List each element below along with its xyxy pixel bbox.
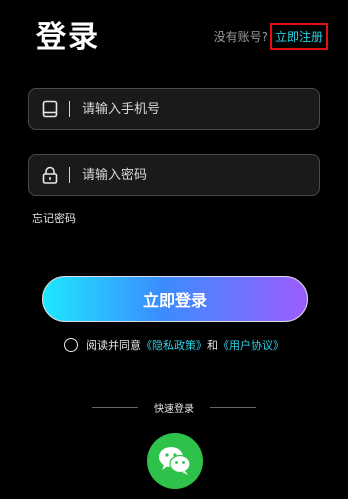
divider-right — [210, 407, 256, 408]
privacy-policy-link[interactable]: 《隐私政策》 — [141, 337, 207, 353]
login-button[interactable]: 立即登录 — [42, 276, 308, 322]
agreement-row: 阅读并同意 《隐私政策》 和 《用户协议》 — [64, 337, 284, 353]
password-field-separator — [69, 167, 70, 183]
phone-field-separator — [69, 101, 70, 117]
divider-left — [92, 407, 138, 408]
forgot-password-link[interactable]: 忘记密码 — [32, 210, 76, 226]
quick-login-divider: 快速登录 — [0, 400, 348, 415]
agreement-checkbox[interactable] — [64, 338, 78, 352]
page-title: 登录 — [36, 20, 100, 55]
wechat-login-button[interactable] — [147, 433, 203, 489]
phone-input[interactable] — [80, 100, 319, 118]
wechat-icon — [159, 447, 191, 475]
phone-icon — [39, 98, 61, 120]
password-field[interactable] — [28, 154, 320, 196]
quick-login-label: 快速登录 — [154, 404, 194, 415]
agreement-prefix: 阅读并同意 — [86, 339, 141, 352]
register-prompt: 没有账号? 立即注册 — [214, 23, 328, 50]
register-link[interactable]: 立即注册 — [269, 23, 328, 50]
password-input[interactable] — [80, 166, 319, 184]
agreement-and: 和 — [207, 339, 218, 352]
lock-icon — [39, 164, 61, 186]
user-agreement-link[interactable]: 《用户协议》 — [218, 337, 284, 353]
phone-field[interactable] — [28, 88, 320, 130]
no-account-text: 没有账号? — [213, 30, 268, 44]
